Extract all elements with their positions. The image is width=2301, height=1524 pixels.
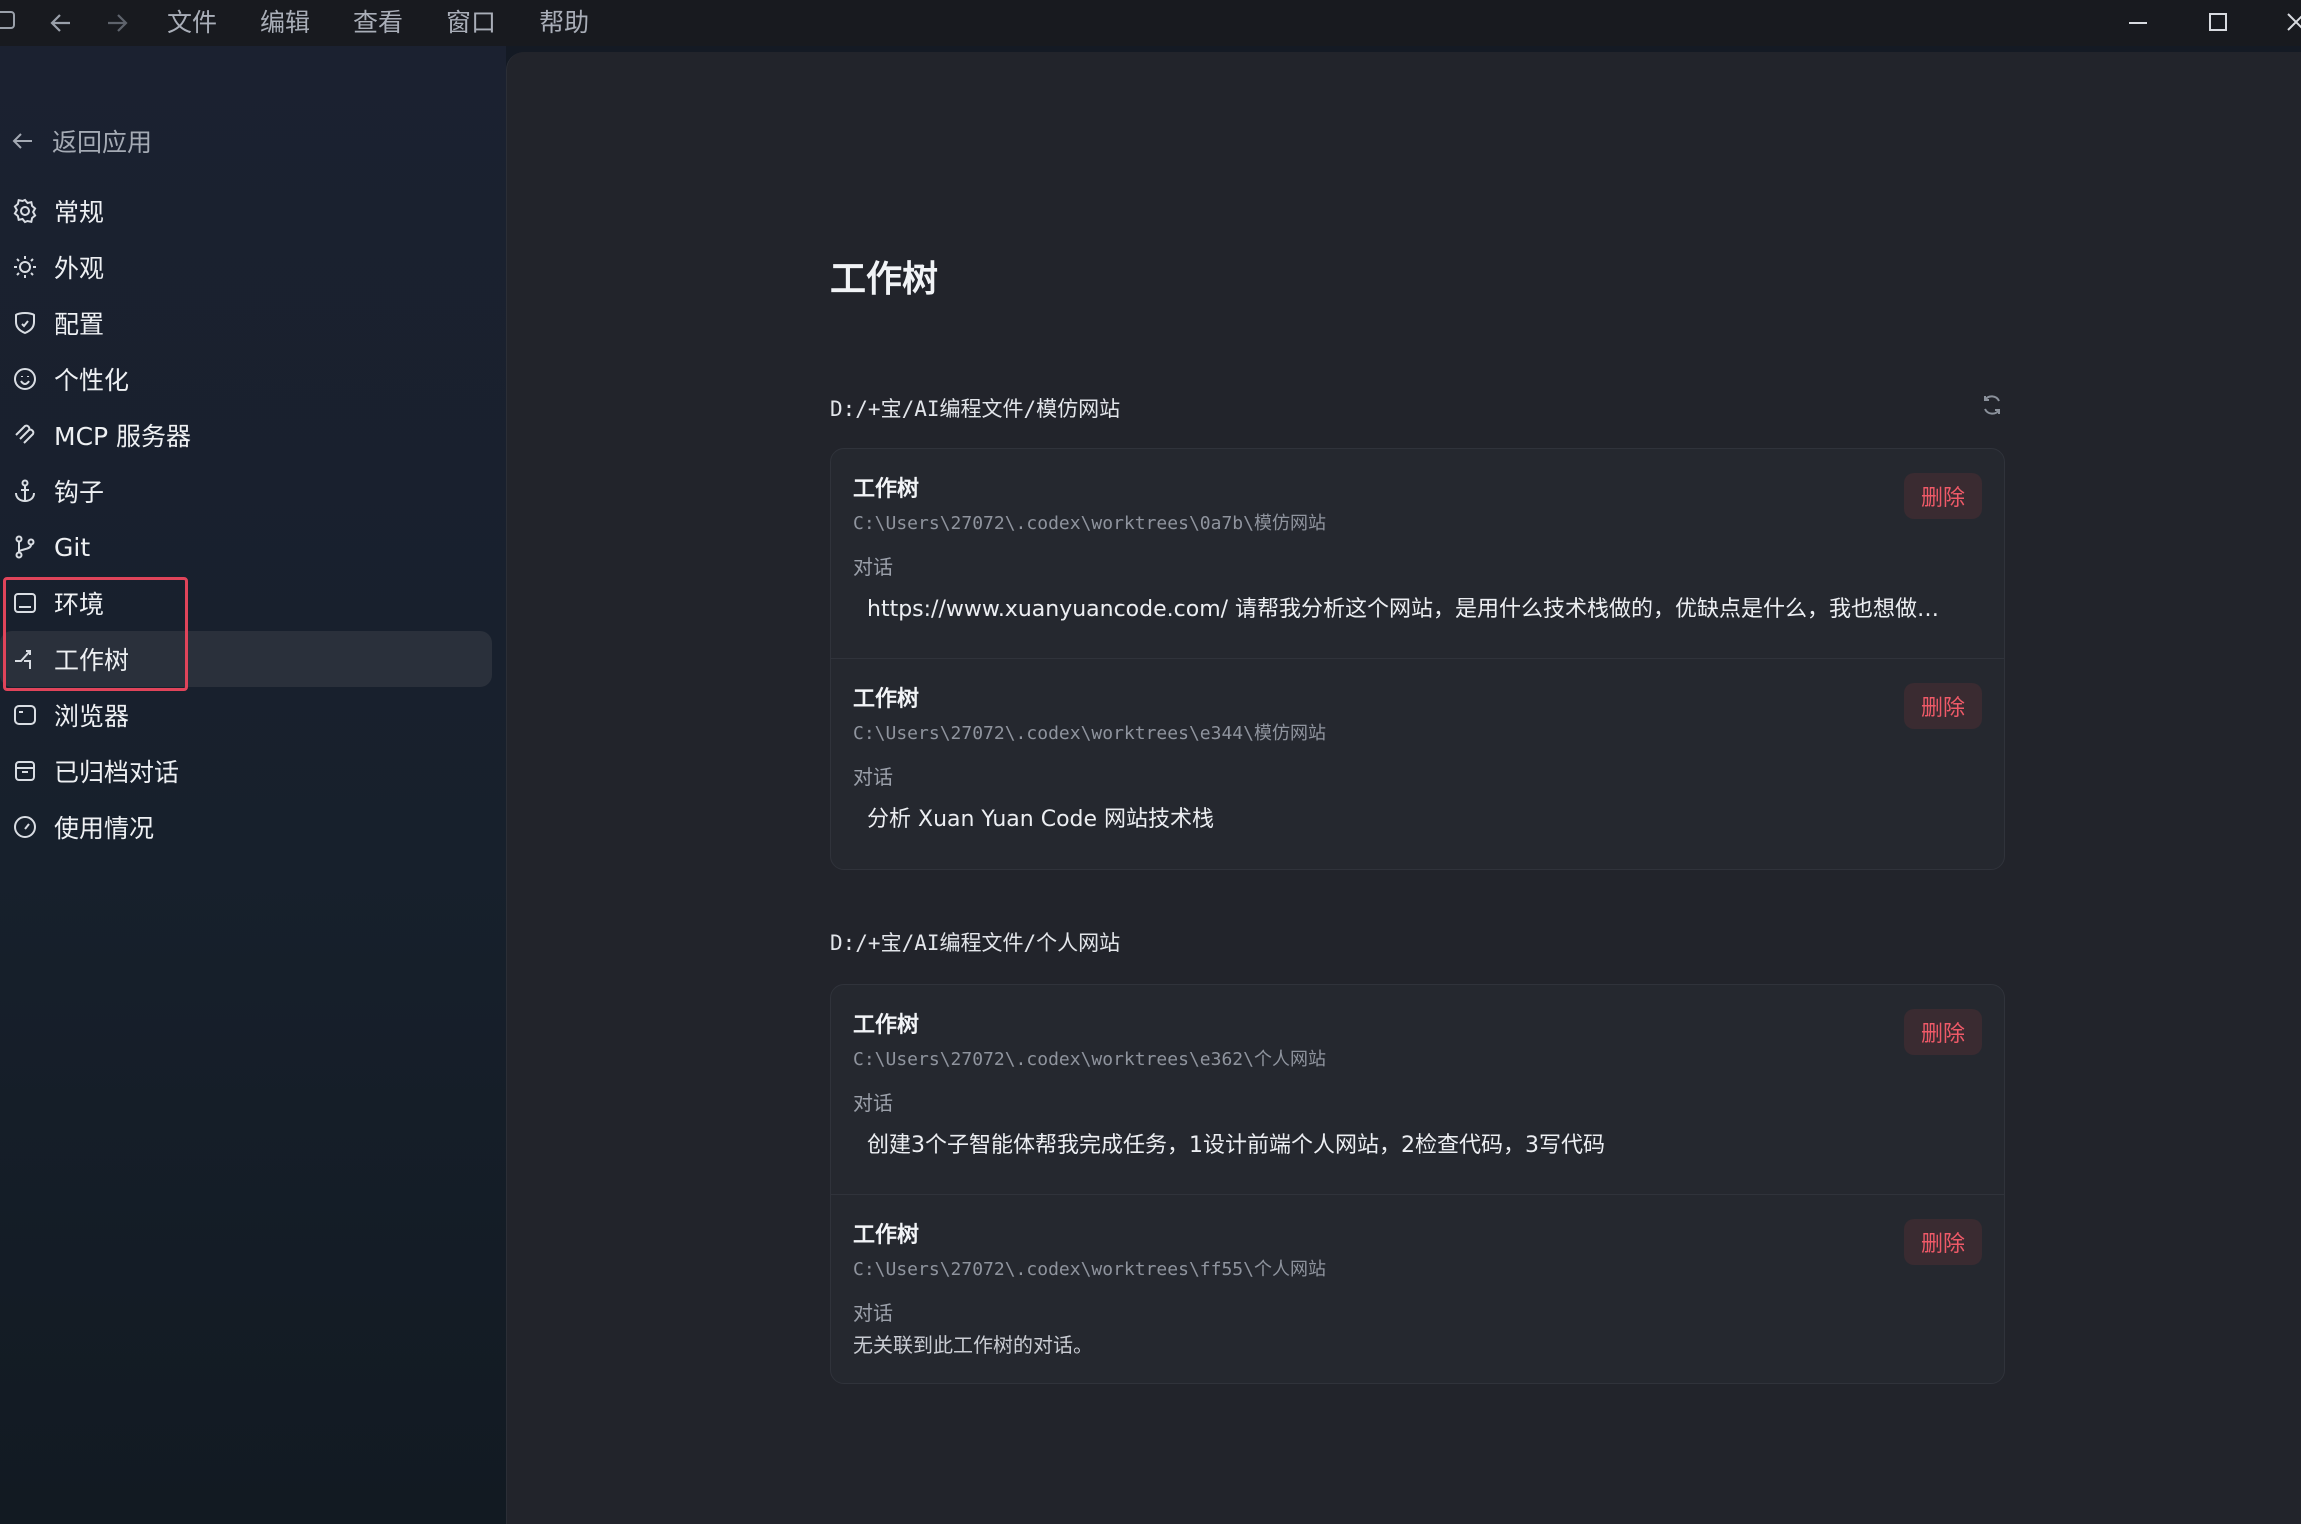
worktree-title: 工作树 xyxy=(853,687,920,712)
worktree-path: C:\Users\27072\.codex\worktrees\0a7b\模仿网… xyxy=(853,513,1326,534)
sidebar-item-mcp-servers[interactable]: MCP 服务器 xyxy=(0,407,492,463)
sidebar-item-label: 已归档对话 xyxy=(54,758,180,787)
delete-button[interactable]: 删除 xyxy=(1904,1219,1982,1265)
worktree-item: 工作树 C:\Users\27072\.codex\worktrees\e362… xyxy=(831,985,2004,1195)
menu-bar: 文件 编辑 查看 窗口 帮助 xyxy=(167,0,632,46)
menu-view[interactable]: 查看 xyxy=(353,0,403,46)
sidebar-item-label: 工作树 xyxy=(54,646,130,675)
smile-icon xyxy=(10,364,40,394)
worktree-card: 工作树 C:\Users\27072\.codex\worktrees\e362… xyxy=(830,984,2005,1384)
main-panel: 工作树 D:/+宝/AI编程文件/模仿网站 工作树 C:\Users\27072… xyxy=(506,52,2301,1524)
worktree-card: 工作树 C:\Users\27072\.codex\worktrees\0a7b… xyxy=(830,448,2005,870)
menu-help[interactable]: 帮助 xyxy=(539,0,589,46)
mcp-icon xyxy=(10,420,40,450)
sidebar-item-label: Git xyxy=(54,532,91,562)
close-icon[interactable] xyxy=(2284,0,2301,46)
conversation-link[interactable]: https://www.xuanyuancode.com/ 请帮我分析这个网站，… xyxy=(867,591,1957,621)
sidebar-item-browser[interactable]: 浏览器 xyxy=(0,687,492,743)
sidebar-item-label: 钩子 xyxy=(54,478,105,507)
conversation-label: 对话 xyxy=(853,1301,893,1325)
sun-icon xyxy=(10,252,40,282)
sidebar-item-label: 常规 xyxy=(54,198,105,227)
conversation-label: 对话 xyxy=(853,765,893,789)
settings-nav: 常规 外观 配置 个性化 MCP 服务器 钩子 Git 环境 工作树 浏览器 已… xyxy=(0,183,506,855)
delete-button[interactable]: 删除 xyxy=(1904,473,1982,519)
arrow-left-icon xyxy=(10,128,40,154)
conversation-label: 对话 xyxy=(853,555,893,579)
sidebar-item-personalization[interactable]: 个性化 xyxy=(0,351,492,407)
forward-arrow-icon[interactable] xyxy=(104,0,130,46)
anchor-icon xyxy=(10,476,40,506)
conversation-link[interactable]: 创建3个子智能体帮我完成任务，1设计前端个人网站，2检查代码，3写代码 xyxy=(867,1127,1957,1157)
sidebar-item-environment[interactable]: 环境 xyxy=(0,575,492,631)
project-group-header: D:/+宝/AI编程文件/模仿网站 xyxy=(830,392,2005,423)
menu-file[interactable]: 文件 xyxy=(167,0,217,46)
worktree-title: 工作树 xyxy=(853,1013,920,1038)
git-branch-icon xyxy=(10,532,40,562)
gauge-icon xyxy=(10,812,40,842)
sidebar-item-config[interactable]: 配置 xyxy=(0,295,492,351)
sidebar-item-label: 个性化 xyxy=(54,366,130,395)
delete-button[interactable]: 删除 xyxy=(1904,1009,1982,1055)
worktree-item: 工作树 C:\Users\27072\.codex\worktrees\e344… xyxy=(831,659,2004,869)
sidebar-item-label: 外观 xyxy=(54,254,105,283)
worktree-path: C:\Users\27072\.codex\worktrees\e344\模仿网… xyxy=(853,723,1326,744)
refresh-icon[interactable] xyxy=(1979,392,2005,423)
menu-window[interactable]: 窗口 xyxy=(446,0,496,46)
browser-icon xyxy=(10,700,40,730)
worktree-title: 工作树 xyxy=(853,477,920,502)
worktree-path: C:\Users\27072\.codex\worktrees\ff55\个人网… xyxy=(853,1259,1326,1280)
project-path: D:/+宝/AI编程文件/个人网站 xyxy=(830,931,1121,955)
sidebar-item-label: MCP 服务器 xyxy=(54,422,192,451)
project-group-header: D:/+宝/AI编程文件/个人网站 xyxy=(830,927,2005,957)
worktree-icon xyxy=(10,644,40,674)
conversation-label: 对话 xyxy=(853,1091,893,1115)
sidebar-item-label: 环境 xyxy=(54,590,105,619)
sidebar-item-archived-chats[interactable]: 已归档对话 xyxy=(0,743,492,799)
title-bar: 文件 编辑 查看 窗口 帮助 xyxy=(0,0,2301,46)
delete-button[interactable]: 删除 xyxy=(1904,683,1982,729)
no-conversation-text: 无关联到此工作树的对话。 xyxy=(853,1333,1093,1357)
gear-icon xyxy=(10,196,40,226)
sidebar-item-worktrees[interactable]: 工作树 xyxy=(0,631,492,687)
page-title: 工作树 xyxy=(830,259,939,300)
archive-icon xyxy=(10,756,40,786)
maximize-icon[interactable] xyxy=(2206,0,2230,46)
sidebar-item-label: 浏览器 xyxy=(54,702,130,731)
worktree-title: 工作树 xyxy=(853,1223,920,1248)
worktree-item: 工作树 C:\Users\27072\.codex\worktrees\0a7b… xyxy=(831,449,2004,659)
sidebar-item-usage[interactable]: 使用情况 xyxy=(0,799,492,855)
back-to-app-link[interactable]: 返回应用 xyxy=(10,116,152,166)
back-to-app-label: 返回应用 xyxy=(52,128,153,157)
worktree-path: C:\Users\27072\.codex\worktrees\e362\个人网… xyxy=(853,1049,1326,1070)
worktree-item: 工作树 C:\Users\27072\.codex\worktrees\ff55… xyxy=(831,1195,2004,1383)
sidebar-item-label: 配置 xyxy=(54,310,105,339)
sidebar-item-label: 使用情况 xyxy=(54,814,155,843)
sidebar-item-general[interactable]: 常规 xyxy=(0,183,492,239)
project-path: D:/+宝/AI编程文件/模仿网站 xyxy=(830,396,1121,421)
sidebar-item-appearance[interactable]: 外观 xyxy=(0,239,492,295)
terminal-box-icon xyxy=(10,588,40,618)
sidebar-item-hooks[interactable]: 钩子 xyxy=(0,463,492,519)
minimize-icon[interactable] xyxy=(2126,0,2150,46)
sidebar-toggle-icon[interactable] xyxy=(0,0,18,46)
back-arrow-icon[interactable] xyxy=(48,0,74,46)
menu-edit[interactable]: 编辑 xyxy=(260,0,310,46)
sidebar: 返回应用 常规 外观 配置 个性化 MCP 服务器 钩子 Git 环境 工作树 … xyxy=(0,46,506,1524)
conversation-link[interactable]: 分析 Xuan Yuan Code 网站技术栈 xyxy=(867,801,1957,831)
sidebar-item-git[interactable]: Git xyxy=(0,519,492,575)
shield-icon xyxy=(10,308,40,338)
